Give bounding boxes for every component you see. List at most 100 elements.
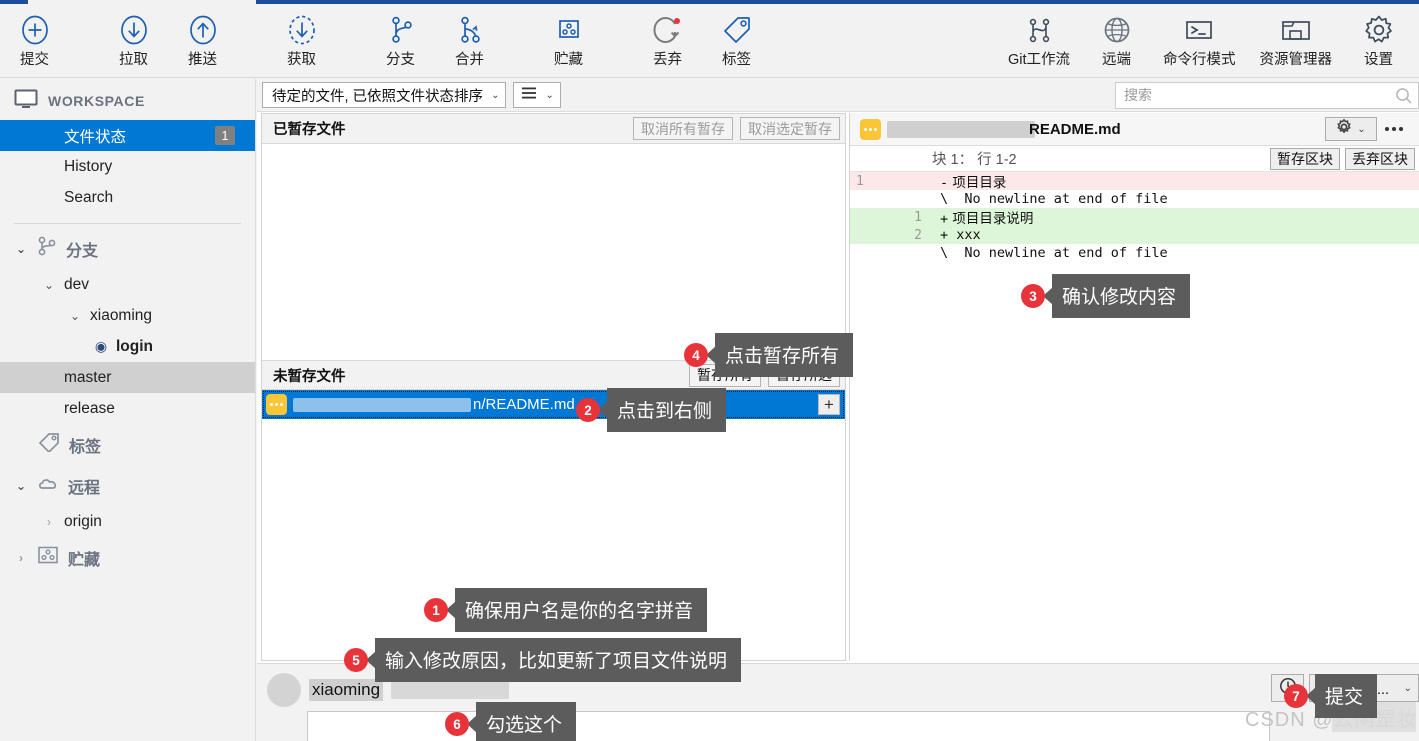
toolbar-button-terminal[interactable]: 命令行模式 — [1151, 4, 1248, 74]
sidebar-group-tags[interactable]: 标签 — [0, 424, 255, 465]
toolbar-button-discard-refresh[interactable]: 丢弃 — [633, 4, 702, 74]
diff-line[interactable]: \ No newline at end of file — [850, 190, 1419, 208]
staged-files-header: 已暂存文件 取消所有暂存 取消选定暂存 — [262, 114, 845, 144]
annotation-callout-7: 7 提交 — [1284, 674, 1378, 718]
chevron-down-icon[interactable]: ⌄ — [42, 278, 56, 292]
branch-node-label: origin — [64, 512, 102, 530]
chevron-right-icon[interactable]: › — [42, 515, 56, 529]
diff-line[interactable]: \ No newline at end of file — [850, 244, 1419, 262]
diff-line-content: No newline at end of file — [948, 245, 1168, 261]
branch-tree: ⌄ dev ⌄ xiaoming ◉ login master release — [0, 269, 255, 424]
branch-node-origin[interactable]: › origin — [0, 506, 255, 537]
branch-node-release[interactable]: release — [0, 393, 255, 424]
toolbar-button-tag[interactable]: 标签 — [702, 4, 771, 74]
diff-pane: README.md ⌄ 块 1： 行 1-2 暂存区块 丢弃区块 1 - 项目目… — [849, 113, 1419, 661]
diff-line-marker: + — [940, 227, 949, 243]
diff-line-content: xxx — [948, 227, 981, 243]
annotation-number: 6 — [445, 712, 469, 736]
sidebar-item-file-status[interactable]: 文件状态 1 — [0, 120, 255, 151]
branch-node-dev[interactable]: ⌄ dev — [0, 269, 255, 300]
sidebar-item-search[interactable]: Search — [0, 182, 255, 213]
stage-hunk-button[interactable]: 暂存区块 — [1270, 148, 1340, 170]
diff-line[interactable]: 1 - 项目目录 — [850, 172, 1419, 191]
redacted-path — [887, 120, 1035, 138]
toolbar-button-arrow-down-dashed-circle[interactable]: 获取 — [267, 4, 336, 74]
toolbar-button-arrow-down-circle[interactable]: 拉取 — [99, 4, 168, 74]
toolbar-button-label: 贮藏 — [554, 52, 583, 68]
merge-icon — [453, 13, 487, 47]
annotation-callout-1: 1 确保用户名是你的名字拼音 — [424, 588, 708, 632]
branch-node-master[interactable]: master — [0, 362, 255, 393]
diff-line[interactable]: 1 + 项目目录说明 — [850, 207, 1419, 227]
toolbar-button-label: 远端 — [1102, 52, 1131, 68]
toolbar-button-label: 推送 — [188, 52, 217, 68]
arrow-down-dashed-circle-icon — [285, 13, 319, 47]
diff-line-text: + xxx — [930, 227, 1419, 243]
toolbar-button-gear[interactable]: 设置 — [1344, 4, 1413, 74]
diff-line-text: + 项目目录说明 — [930, 207, 1419, 227]
annotation-text: 点击暂存所有 — [715, 333, 854, 377]
diff-settings-button[interactable]: ⌄ — [1325, 117, 1377, 141]
diff-line-text: \ No newline at end of file — [930, 245, 1419, 261]
sidebar-group-stashes[interactable]: › 贮藏 — [0, 537, 255, 578]
chevron-right-icon: › — [19, 550, 23, 565]
terminal-icon — [1182, 13, 1216, 47]
annotation-number: 1 — [424, 598, 448, 622]
annotation-text: 点击到右侧 — [607, 388, 727, 432]
toolbar-button-stash[interactable]: 贮藏 — [534, 4, 603, 74]
view-mode-select[interactable]: ⌄ — [513, 82, 561, 108]
file-sort-select[interactable]: 待定的文件, 已依照文件状态排序 ⌄ — [262, 82, 507, 108]
list-view-icon — [521, 86, 537, 104]
staged-files-list[interactable] — [262, 144, 845, 360]
diff-line-text: \ No newline at end of file — [930, 191, 1419, 207]
sidebar-item-badge: 1 — [215, 126, 235, 145]
search-input[interactable]: 搜索 — [1115, 81, 1419, 109]
gitflow-icon — [1022, 13, 1056, 47]
toolbar-button-label: 分支 — [386, 52, 415, 68]
diff-line-marker: + — [940, 211, 949, 227]
toolbar-button-arrow-up-circle[interactable]: 推送 — [168, 4, 237, 74]
toolbar-button-label: 合并 — [455, 52, 484, 68]
toolbar-button-folder-explorer[interactable]: 资源管理器 — [1248, 4, 1345, 74]
workspace-header: WORKSPACE — [0, 79, 255, 120]
file-name: n/README.md — [473, 396, 575, 413]
annotation-callout-4: 4 点击暂存所有 — [684, 333, 854, 377]
branch-node-xiaoming[interactable]: ⌄ xiaoming — [0, 300, 255, 331]
sidebar-group-remotes[interactable]: ⌄ 远程 — [0, 465, 255, 506]
chevron-down-icon[interactable]: ⌄ — [68, 309, 82, 323]
list-item[interactable]: n/README.md + — [262, 390, 845, 419]
diff-line[interactable]: 2 + xxx — [850, 226, 1419, 244]
toolbar-button-gitflow[interactable]: Git工作流 — [996, 4, 1082, 74]
chevron-down-icon: ⌄ — [15, 478, 27, 493]
discard-hunk-button[interactable]: 丢弃区块 — [1345, 148, 1415, 170]
chevron-down-icon: ⌄ — [491, 89, 500, 101]
file-sort-value: 待定的文件, 已依照文件状态排序 — [272, 88, 484, 105]
branch-node-login[interactable]: ◉ login — [0, 331, 255, 362]
chevron-down-icon: ⌄ — [1403, 682, 1412, 694]
diff-header: README.md ⌄ — [850, 113, 1419, 146]
unstage-selected-button[interactable]: 取消选定暂存 — [740, 117, 840, 140]
discard-refresh-icon — [651, 13, 685, 47]
annotation-text: 确保用户名是你的名字拼音 — [455, 588, 708, 632]
sidebar-item-history[interactable]: History — [0, 151, 255, 182]
toolbar-right-group: Git工作流 远端 命令行模式 资源管理器 设置 — [996, 4, 1419, 74]
stage-file-plus-icon[interactable]: + — [818, 394, 840, 415]
annotation-text: 勾选这个 — [476, 702, 577, 741]
branch-node-label: release — [64, 399, 115, 417]
workspace-label: WORKSPACE — [48, 92, 145, 109]
toolbar-button-label: 资源管理器 — [1259, 52, 1333, 68]
toolbar-button-plus-circle[interactable]: 提交 — [0, 4, 69, 74]
branch-node-label: master — [64, 368, 112, 386]
diff-more-button[interactable] — [1377, 127, 1411, 131]
arrow-down-circle-icon — [117, 13, 151, 47]
chevron-down-icon: ⌄ — [15, 241, 27, 256]
toolbar-button-merge[interactable]: 合并 — [435, 4, 504, 74]
unstage-all-button[interactable]: 取消所有暂存 — [633, 117, 733, 140]
redacted-path — [293, 397, 471, 412]
toolbar-button-branch[interactable]: 分支 — [366, 4, 435, 74]
sidebar-divider — [14, 223, 241, 224]
sidebar-stashes-label: 贮藏 — [68, 551, 101, 569]
current-branch-icon: ◉ — [94, 338, 108, 354]
toolbar-button-globe[interactable]: 远端 — [1082, 4, 1151, 74]
sidebar-group-branches[interactable]: ⌄ 分支 — [0, 228, 255, 269]
